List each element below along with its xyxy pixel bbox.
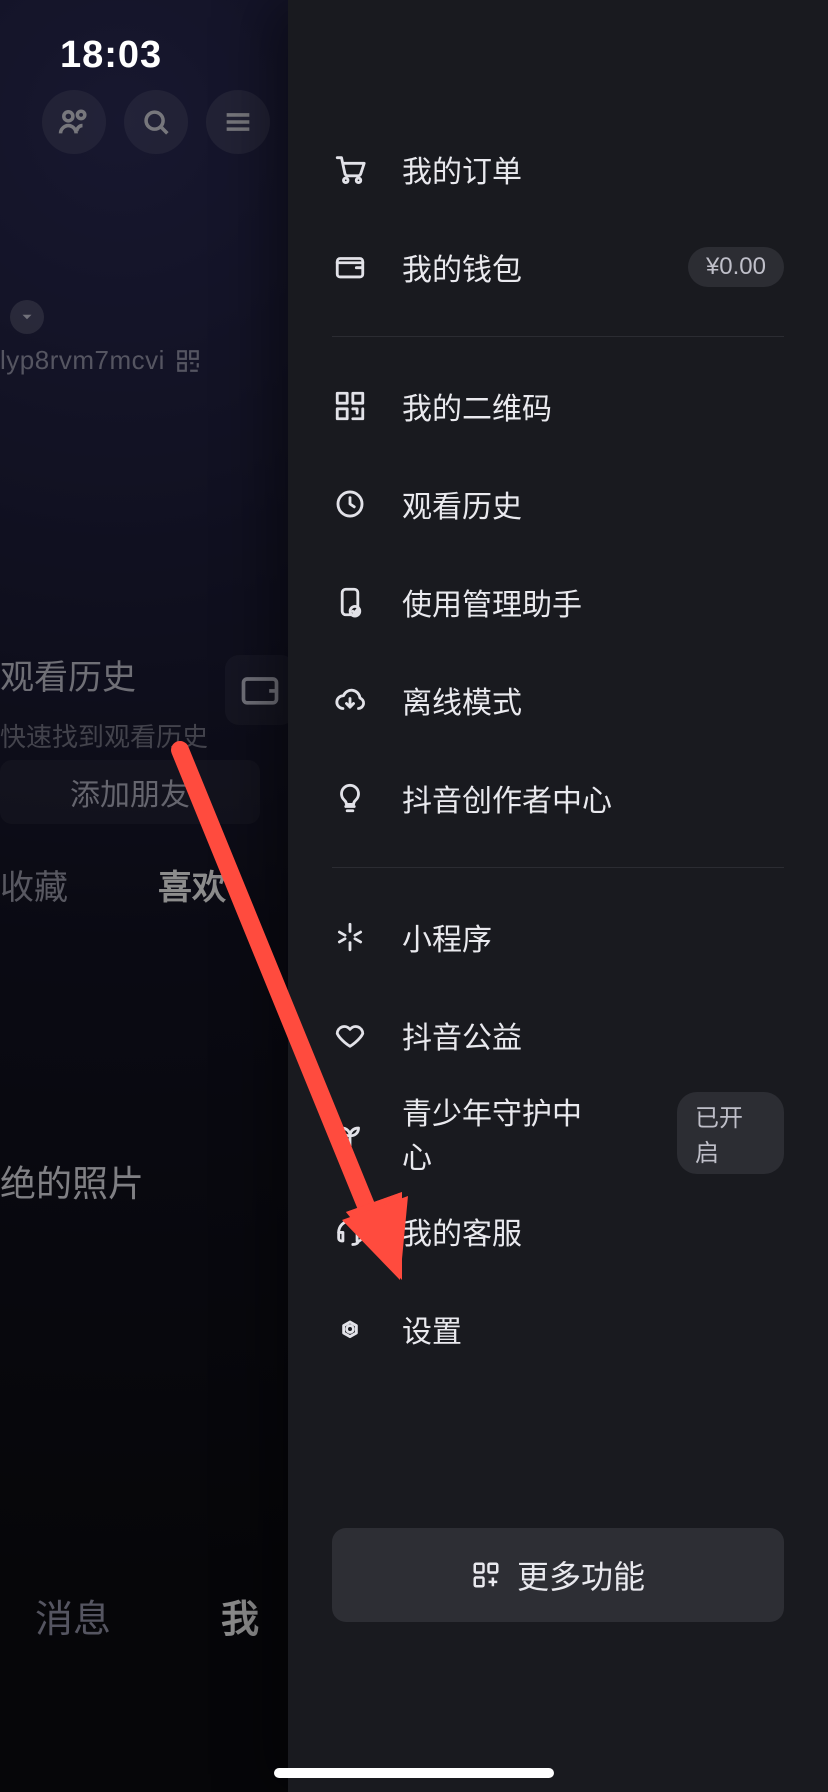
menu-item-label: 设置: [402, 1307, 462, 1351]
tab-like[interactable]: 喜欢: [158, 860, 226, 909]
cloud-download-icon: [332, 682, 368, 718]
tab-collect[interactable]: 收藏: [0, 860, 68, 909]
menu-item-label: 抖音创作者中心: [402, 776, 612, 820]
menu-item-label: 我的客服: [402, 1209, 522, 1253]
grid-plus-icon: [471, 1560, 501, 1590]
headset-icon: [332, 1213, 368, 1249]
phone-check-icon: [332, 584, 368, 620]
clock-icon: [332, 486, 368, 522]
menu-item-label: 观看历史: [402, 482, 522, 526]
dropdown-chevron-icon[interactable]: [10, 300, 44, 334]
menu-item-label: 我的钱包: [402, 245, 522, 289]
sprout-icon: [332, 1115, 368, 1151]
menu-item-label: 青少年守护中心: [402, 1089, 609, 1177]
menu-item-watch-history[interactable]: 观看历史: [332, 455, 784, 553]
menu-item-label: 离线模式: [402, 678, 522, 722]
user-id: lyp8rvm7mcvi: [0, 345, 201, 376]
menu-item-mini-programs[interactable]: 小程序: [332, 888, 784, 986]
menu-item-charity[interactable]: 抖音公益: [332, 986, 784, 1084]
more-functions-button[interactable]: 更多功能: [332, 1528, 784, 1622]
menu-item-label: 使用管理助手: [402, 580, 582, 624]
add-friend-label: 添加朋友: [70, 770, 190, 814]
menu-item-teen-guardian[interactable]: 青少年守护中心已开启: [332, 1084, 784, 1182]
menu-item-creator-center[interactable]: 抖音创作者中心: [332, 749, 784, 847]
qrcode-mini-icon: [175, 348, 201, 374]
menu-divider: [332, 867, 784, 868]
home-indicator: [274, 1768, 554, 1778]
nav-message[interactable]: 消息: [35, 1588, 111, 1643]
menu-divider: [332, 336, 784, 337]
more-functions-label: 更多功能: [517, 1552, 645, 1598]
menu-item-label: 小程序: [402, 915, 492, 959]
side-drawer: 我的订单我的钱包 ¥0.00 我的二维码观看历史使用管理助手离线模式抖音创作者中心小…: [288, 0, 828, 1792]
spark-icon: [332, 919, 368, 955]
heart-icon: [332, 1017, 368, 1053]
nav-me[interactable]: 我: [221, 1588, 259, 1643]
menu-item-settings[interactable]: 设置: [332, 1280, 784, 1378]
wallet-shortcut[interactable]: [225, 655, 295, 725]
wallet-icon: [332, 249, 368, 285]
menu-item-badge: ¥0.00: [688, 247, 784, 287]
qrcode-icon: [332, 388, 368, 424]
add-friend-button[interactable]: 添加朋友: [0, 760, 260, 824]
user-id-text: lyp8rvm7mcvi: [0, 345, 165, 376]
status-time: 18:03: [60, 34, 162, 77]
menu-item-label: 我的二维码: [402, 384, 552, 428]
photo-section-label: 绝的照片: [0, 1155, 144, 1207]
cart-icon: [332, 151, 368, 187]
gear-icon: [332, 1311, 368, 1347]
menu-item-label: 我的订单: [402, 147, 522, 191]
menu-item-wallet[interactable]: 我的钱包 ¥0.00: [332, 218, 784, 316]
menu-item-qrcode[interactable]: 我的二维码: [332, 357, 784, 455]
menu-item-customer-service[interactable]: 我的客服: [332, 1182, 784, 1280]
menu-item-label: 抖音公益: [402, 1013, 522, 1057]
menu-item-offline-mode[interactable]: 离线模式: [332, 651, 784, 749]
menu-item-usage-assistant[interactable]: 使用管理助手: [332, 553, 784, 651]
menu-item-badge: 已开启: [677, 1092, 784, 1174]
lightbulb-icon: [332, 780, 368, 816]
menu-item-orders[interactable]: 我的订单: [332, 120, 784, 218]
